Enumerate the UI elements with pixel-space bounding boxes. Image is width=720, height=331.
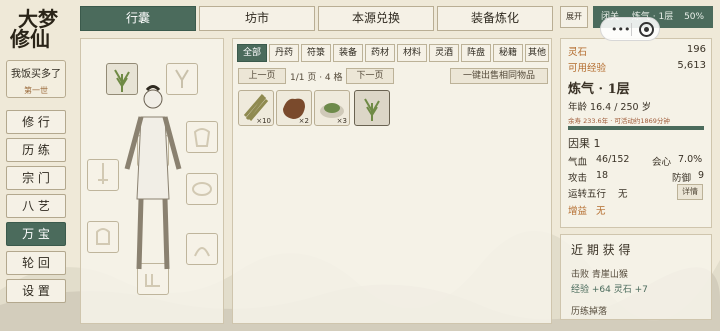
recent-line-2: 经验 +64 灵石 +7 [571, 285, 648, 295]
equip-slot-sword[interactable] [87, 159, 119, 191]
hp-label: 气血 [568, 157, 588, 168]
cat-equipment[interactable]: 装备 [333, 44, 363, 62]
atk-value: 18 [596, 170, 609, 181]
age-text: 年龄 16.4 / 250 岁 [568, 102, 652, 113]
def-value: 9 [698, 170, 705, 181]
luck-value: 无 [618, 189, 628, 200]
recent-line-3: 历练掉落 [571, 307, 608, 317]
ring-icon [192, 182, 212, 196]
sword-icon [98, 163, 108, 184]
nav-arts[interactable]: 八 艺 [6, 194, 66, 218]
cat-manuals[interactable]: 秘籍 [493, 44, 523, 62]
character-figure [124, 85, 182, 270]
left-sidebar: 大梦 修仙 我饭买多了 第一世 修 行 历 练 宗 门 八 艺 万 宝 轮 回 … [0, 0, 72, 331]
remaining-life: 余寿 233.6年 · 可活动约1869分钟 [568, 117, 670, 125]
inventory-item-1[interactable]: ×10 [238, 90, 274, 126]
life-progress-bar [568, 126, 704, 130]
close-circle-dot [644, 27, 649, 32]
inventory-item-4[interactable] [354, 90, 390, 126]
crit-label: 会心 [652, 157, 672, 168]
exp-label: 可用经验 [568, 63, 607, 74]
crit-value: 7.0% [678, 154, 703, 165]
cloth-icon [193, 128, 211, 147]
expand-button[interactable]: 展开 [560, 6, 588, 28]
rune-icon [194, 247, 210, 257]
tab-origin-exchange[interactable]: 本源兑换 [318, 6, 434, 31]
cat-formation[interactable]: 阵盘 [461, 44, 491, 62]
prev-page-button[interactable]: 上一页 [238, 68, 286, 84]
tab-inventory[interactable]: 行囊 [80, 6, 196, 31]
karma-text: 因果 1 [568, 137, 601, 150]
recent-title: 近 期 获 得 [571, 243, 631, 257]
player-name: 我饭买多了 [11, 69, 61, 80]
inventory-item-2[interactable]: ×2 [276, 90, 312, 126]
item-qty: ×2 [298, 117, 309, 125]
player-generation: 第一世 [24, 86, 48, 95]
inventory-item-3[interactable]: ×3 [314, 90, 350, 126]
def-label: 防御 [672, 173, 692, 184]
nav-reincarnation[interactable]: 轮 回 [6, 251, 66, 275]
nav-settings[interactable]: 设 置 [6, 279, 66, 303]
glove-icon [96, 228, 110, 245]
spirit-stone-label: 灵石 [568, 47, 588, 58]
nav-cultivate[interactable]: 修 行 [6, 110, 66, 134]
equip-slot-armor[interactable] [186, 121, 218, 153]
recent-gains-panel: 近 期 获 得 击败 青崖山猴 经验 +64 灵石 +7 历练掉落 [560, 234, 712, 320]
realm-title: 炼气 · 1层 [568, 82, 630, 97]
recent-line-1: 击败 青崖山猴 [571, 270, 628, 280]
progress-percent: 50% [684, 12, 705, 22]
details-button[interactable]: 详情 [677, 184, 703, 200]
bonus-label: 增益 [568, 206, 588, 217]
grass-sprout-icon [364, 98, 380, 121]
equipment-panel [80, 38, 224, 324]
divider [631, 23, 632, 36]
sell-all-button[interactable]: 一键出售相同物品 [450, 68, 548, 84]
cat-other[interactable]: 其他 [525, 44, 549, 62]
cat-wine[interactable]: 灵酒 [429, 44, 459, 62]
item-qty: ×3 [336, 117, 347, 125]
atk-label: 攻击 [568, 173, 588, 184]
item-qty: ×10 [256, 117, 271, 125]
cat-pills[interactable]: 丹药 [269, 44, 299, 62]
bonus-value: 无 [596, 206, 606, 217]
equip-slot-ring[interactable] [186, 173, 218, 205]
equip-slot-hand[interactable] [87, 221, 119, 253]
cat-all[interactable]: 全部 [237, 44, 267, 62]
player-card[interactable]: 我饭买多了 第一世 [6, 60, 66, 98]
nav-adventure[interactable]: 历 练 [6, 138, 66, 162]
more-icon[interactable]: ••• [611, 23, 630, 36]
cat-talismans[interactable]: 符箓 [301, 44, 331, 62]
cat-materials[interactable]: 材料 [397, 44, 427, 62]
tab-equipment-refine[interactable]: 装备炼化 [437, 6, 553, 31]
nav-sect[interactable]: 宗 门 [6, 166, 66, 190]
stats-content: 灵石 196 可用经验 5,613 炼气 · 1层 年龄 16.4 / 250 … [560, 38, 712, 238]
spirit-stone-value: 196 [686, 44, 706, 55]
next-page-button[interactable]: 下一页 [346, 68, 394, 84]
page-info: 1/1 页 · 4 格 [290, 73, 343, 83]
exp-value: 5,613 [677, 60, 706, 71]
tab-market[interactable]: 坊市 [199, 6, 315, 31]
hp-value: 46/152 [596, 154, 630, 165]
luck-label: 运转五行 [568, 189, 607, 200]
app-logo: 大梦 修仙 [10, 7, 58, 51]
equip-slot-talisman[interactable] [186, 233, 218, 265]
cat-herbs[interactable]: 药材 [365, 44, 395, 62]
nav-treasures[interactable]: 万 宝 [6, 222, 66, 246]
miniapp-capsule[interactable]: ••• [600, 17, 660, 41]
